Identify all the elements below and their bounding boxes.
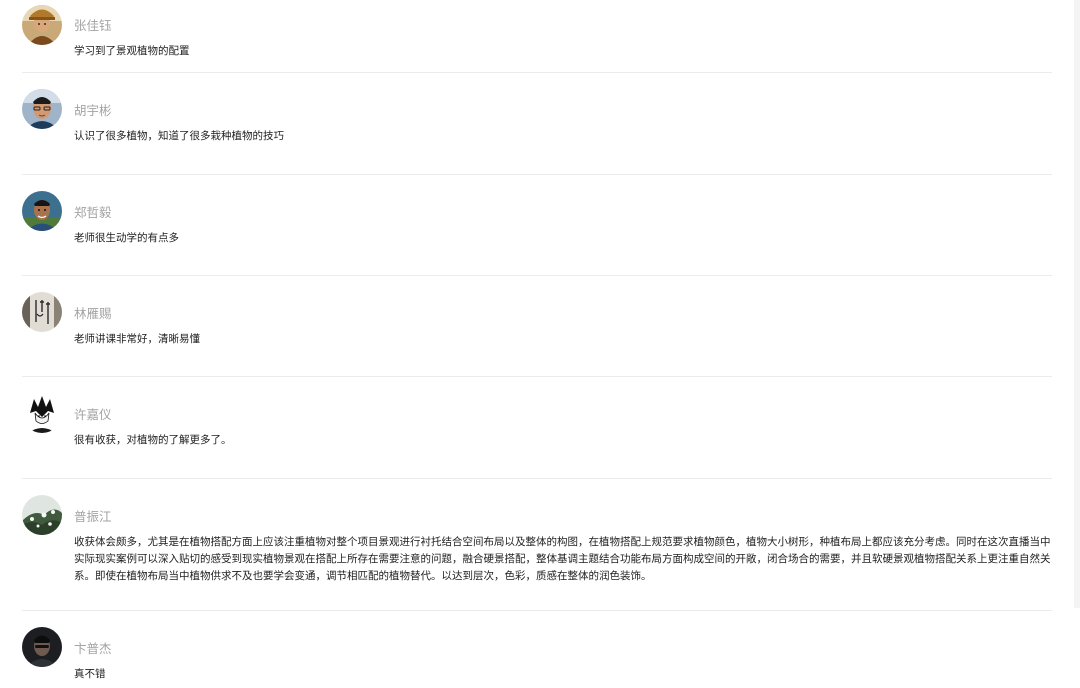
comment-item: 卞普杰 真不错	[22, 627, 1052, 688]
comment-author[interactable]: 胡宇彬	[74, 90, 1052, 119]
avatar-anime-sketch-icon[interactable]	[22, 393, 62, 433]
comment-author[interactable]: 张佳钰	[74, 5, 1052, 34]
comment-author[interactable]: 普振江	[74, 496, 1052, 525]
comment-author[interactable]: 卞普杰	[74, 628, 1052, 657]
comment-item: 许嘉仪 很有收获，对植物的了解更多了。	[22, 393, 1052, 479]
avatar-dark-portrait-icon[interactable]	[22, 627, 62, 667]
comment-item: 普振江 收获体会颇多，尤其是在植物搭配方面上应该注重植物对整个项目景观进行衬托结…	[22, 495, 1052, 611]
comment-item: 郑哲毅 老师很生动学的有点多	[22, 191, 1052, 276]
comment-author[interactable]: 林雁赐	[74, 293, 1052, 322]
comment-author[interactable]: 郑哲毅	[74, 192, 1052, 221]
comment-item: 林雁赐 老师讲课非常好，清晰易懂	[22, 292, 1052, 377]
avatar-snow-tree-icon[interactable]	[22, 495, 62, 535]
avatar-man-glasses-icon[interactable]	[22, 89, 62, 129]
comment-text: 收获体会颇多，尤其是在植物搭配方面上应该注重植物对整个项目景观进行衬托结合空间布…	[74, 536, 1051, 582]
avatar-man-outdoor-icon[interactable]	[22, 191, 62, 231]
comment-text: 学习到了景观植物的配置	[74, 45, 190, 57]
comment-text: 很有收获，对植物的了解更多了。	[74, 434, 232, 446]
comment-list: 张佳钰 学习到了景观植物的配置 胡宇彬 认识了很多植物，知道了很多栽种植物的技巧	[22, 5, 1052, 688]
comment-item: 胡宇彬 认识了很多植物，知道了很多栽种植物的技巧	[22, 89, 1052, 175]
avatar-calligraphy-icon[interactable]	[22, 292, 62, 332]
scrollbar-track[interactable]	[1074, 0, 1080, 608]
comment-text: 认识了很多植物，知道了很多栽种植物的技巧	[74, 130, 284, 142]
comment-author[interactable]: 许嘉仪	[74, 394, 1052, 423]
avatar-man-hat-icon[interactable]	[22, 5, 62, 45]
comment-text: 老师很生动学的有点多	[74, 232, 179, 244]
comment-text: 老师讲课非常好，清晰易懂	[74, 333, 200, 345]
comment-item: 张佳钰 学习到了景观植物的配置	[22, 5, 1052, 73]
comment-text: 真不错	[74, 668, 106, 680]
